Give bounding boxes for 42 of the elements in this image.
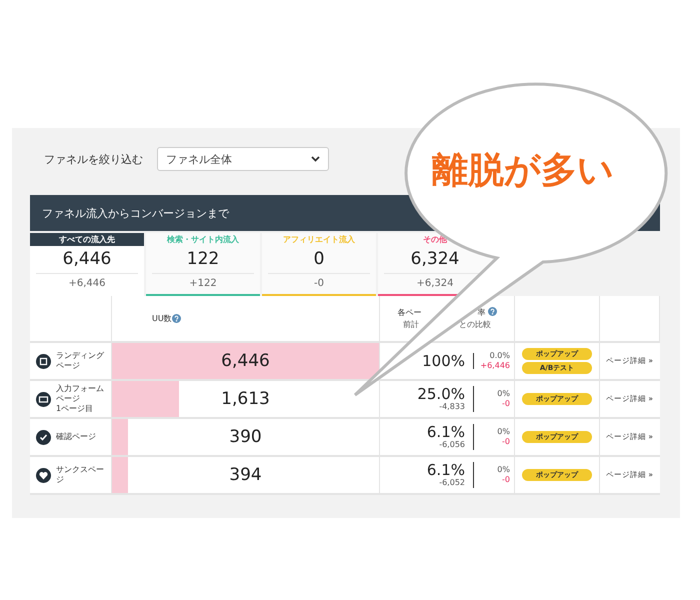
rate-delta: -4,833 — [439, 402, 465, 412]
callout-text: 離脱が多い — [432, 149, 614, 193]
uu-value: 1,613 — [220, 389, 271, 409]
compare-rate: 0% — [497, 389, 510, 399]
uu-header: UU数 — [152, 313, 172, 324]
compare-rate: 0% — [497, 465, 510, 475]
compare-subheader: 前計 — [403, 320, 419, 330]
compare-rate: 0% — [497, 427, 510, 437]
rate-value: 25.0% — [417, 386, 465, 402]
landing-page-icon — [36, 354, 51, 368]
compare-delta: -0 — [502, 399, 510, 409]
check-page-icon — [36, 430, 51, 444]
page-label: 入力フォームページ 1ページ目 — [56, 384, 105, 414]
page-label: サンクスページ — [56, 465, 105, 485]
rate-value: 100% — [422, 353, 465, 369]
help-icon[interactable] — [172, 314, 181, 323]
help-icon[interactable] — [488, 307, 496, 316]
rate-value: 6.1% — [426, 462, 465, 478]
uu-value: 390 — [228, 427, 263, 447]
funnel-select[interactable]: ファネル全体 — [157, 147, 329, 171]
compare-rate: 0.0% — [490, 351, 510, 361]
rate-value: 6.1% — [426, 424, 465, 440]
compare-delta: -0 — [502, 437, 510, 447]
uu-value: 394 — [228, 465, 263, 485]
compare-subheader-tail: との比較 — [459, 320, 491, 330]
rate-header: 各ペー — [398, 307, 422, 318]
rate-header-tail: 率 — [478, 307, 486, 318]
compare-delta: +6,446 — [480, 361, 510, 371]
page-label: ランディングページ — [56, 351, 105, 371]
rate-delta: -6,052 — [439, 478, 465, 488]
chevron-down-icon — [311, 156, 320, 162]
filter-label: ファネルを絞り込む — [44, 152, 143, 166]
uu-value: 6,446 — [220, 351, 271, 371]
source-tab[interactable]: アフィリエイト流入 0 -0 — [262, 233, 376, 296]
rate-delta: -6,056 — [439, 440, 465, 450]
source-tab[interactable]: すべての流入先 6,446 +6,446 — [30, 233, 144, 296]
form-page-icon — [36, 392, 51, 406]
page-label: 確認ページ — [56, 432, 96, 442]
source-tab[interactable]: 検索・サイト内流入 122 +122 — [146, 233, 260, 296]
table-header-cell — [600, 296, 660, 343]
heart-page-icon — [36, 468, 51, 482]
compare-delta: -0 — [502, 475, 510, 485]
